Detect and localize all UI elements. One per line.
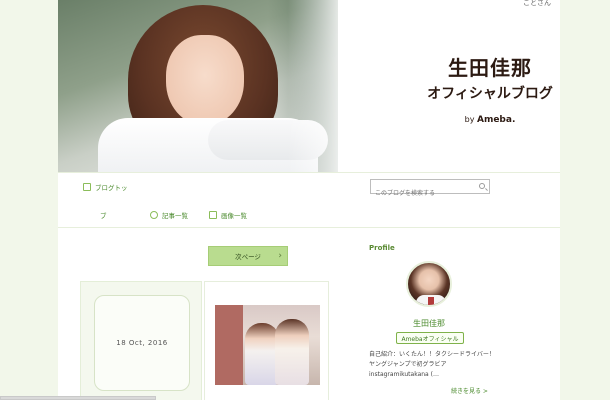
nav-entry-list[interactable]: 記事一覧 — [150, 210, 188, 220]
avatar-tie — [428, 297, 434, 305]
nav-bar-top: ブログトッ — [58, 172, 560, 201]
profile-description: 自己紹介：いくたん！！タクシードライバー！ ヤングジャンプで初グラビア inst… — [369, 351, 495, 378]
official-badge: Amebaオフィシャル — [396, 332, 464, 344]
blog-header: ことさん 生田佳那 オフィシャルブログ by Ameba. — [58, 0, 560, 172]
book-icon — [83, 183, 91, 191]
entry-image-card[interactable] — [204, 281, 329, 400]
byline-by: by — [464, 115, 475, 124]
chevron-right-icon: › — [278, 251, 282, 261]
thumbnail-wall — [215, 305, 243, 385]
read-more-link[interactable]: 続きを見る > — [451, 386, 488, 395]
nav-image-list[interactable]: 画像一覧 — [209, 210, 247, 220]
nav-blog-top-wrap-label: ブ — [100, 212, 107, 220]
camera-icon — [209, 211, 217, 219]
nav-image-list-label: 画像一覧 — [221, 212, 247, 220]
face-shape — [166, 35, 244, 125]
pin-icon — [150, 211, 158, 219]
main-content: 次ページ › 18 Oct, 2016 Profile 生田佳那 Amebaオフ… — [58, 229, 560, 400]
entry-date: 18 Oct, 2016 — [94, 295, 190, 391]
search-icon[interactable] — [479, 183, 485, 189]
next-page-label: 次ページ — [235, 253, 261, 261]
nav-blog-top-label: ブログトッ — [95, 184, 128, 192]
avatar[interactable] — [406, 261, 452, 307]
profile-name[interactable]: 生田佳那 — [369, 318, 489, 329]
blog-search-input[interactable] — [371, 187, 471, 201]
blog-search-box[interactable] — [370, 179, 490, 201]
left-background-band — [0, 0, 58, 400]
entry-date-card[interactable]: 18 Oct, 2016 — [80, 281, 202, 400]
nav-bar-bottom: ブ 記事一覧 画像一覧 — [58, 200, 560, 228]
next-page-button[interactable]: 次ページ › — [208, 246, 288, 266]
horizontal-scrollbar[interactable] — [0, 396, 156, 400]
photo-fade — [288, 0, 338, 172]
nav-blog-top[interactable]: ブログトッ — [83, 182, 128, 192]
nav-blog-top-wrap[interactable]: ブ — [100, 210, 107, 220]
right-background-band — [560, 0, 610, 400]
thumbnail-person-left — [245, 323, 279, 385]
nav-entry-list-label: 記事一覧 — [162, 212, 188, 220]
thumbnail-person-right — [275, 319, 309, 385]
blog-title[interactable]: 生田佳那 オフィシャルブログ by Ameba. — [410, 52, 560, 125]
header-photo — [58, 0, 338, 172]
blog-title-name: 生田佳那 — [448, 56, 532, 80]
entry-thumbnail[interactable] — [215, 305, 320, 385]
ameba-logo: Ameba. — [476, 115, 516, 125]
profile-heading: Profile — [369, 244, 395, 252]
header-top-note: ことさん — [523, 0, 551, 7]
blog-title-subtitle: オフィシャルブログ — [427, 86, 553, 102]
ameba-byline: by Ameba. — [410, 115, 560, 125]
